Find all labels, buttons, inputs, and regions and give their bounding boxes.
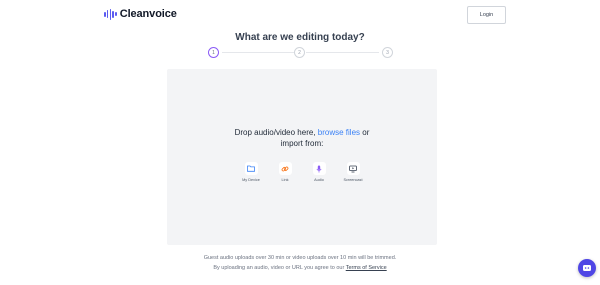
progress-stepper: 1 2 3 [208,47,393,59]
step-1: 1 [208,47,219,58]
upload-dropzone[interactable]: Drop audio/video here, browse files or i… [167,69,437,245]
source-link[interactable]: Link [273,162,297,182]
step-3: 3 [382,47,393,58]
source-label: Screencast [343,178,363,182]
step-connector [222,52,294,53]
page-title: What are we editing today? [235,32,365,43]
drop-text-or: or [362,128,370,137]
screen-icon [346,162,360,175]
source-audio[interactable]: Audio [307,162,331,182]
brand-name: Cleanvoice [119,8,177,20]
chat-icon [583,265,591,271]
chat-widget-button[interactable] [578,259,596,277]
folder-icon [244,162,258,175]
waveform-logo-icon [104,8,117,20]
import-sources: My Device Link Audio Screencast [167,162,437,182]
top-bar: Cleanvoice Login [0,0,600,30]
link-icon [278,162,292,175]
source-label: Audio [314,178,324,182]
terms-of-service-link[interactable]: Terms of Service [346,265,387,271]
source-my-device[interactable]: My Device [239,162,263,182]
microphone-icon [312,162,326,175]
login-button[interactable]: Login [467,6,506,24]
source-label: Link [281,178,289,182]
drop-text: Drop audio/video here, [234,128,316,137]
upload-notice: Guest audio uploads over 30 min or video… [0,253,600,273]
source-label: My Device [242,178,260,182]
step-connector [306,52,379,53]
browse-files-link[interactable]: browse files [318,128,360,137]
source-screencast[interactable]: Screencast [341,162,365,182]
agreement-text: By uploading an audio, video or URL you … [213,265,345,271]
trim-notice: Guest audio uploads over 30 min or video… [203,255,397,261]
import-from-label: import from: [280,139,324,148]
step-2: 2 [294,47,305,58]
brand-logo[interactable]: Cleanvoice [104,8,177,20]
drop-instructions: Drop audio/video here, browse files or i… [167,127,437,149]
